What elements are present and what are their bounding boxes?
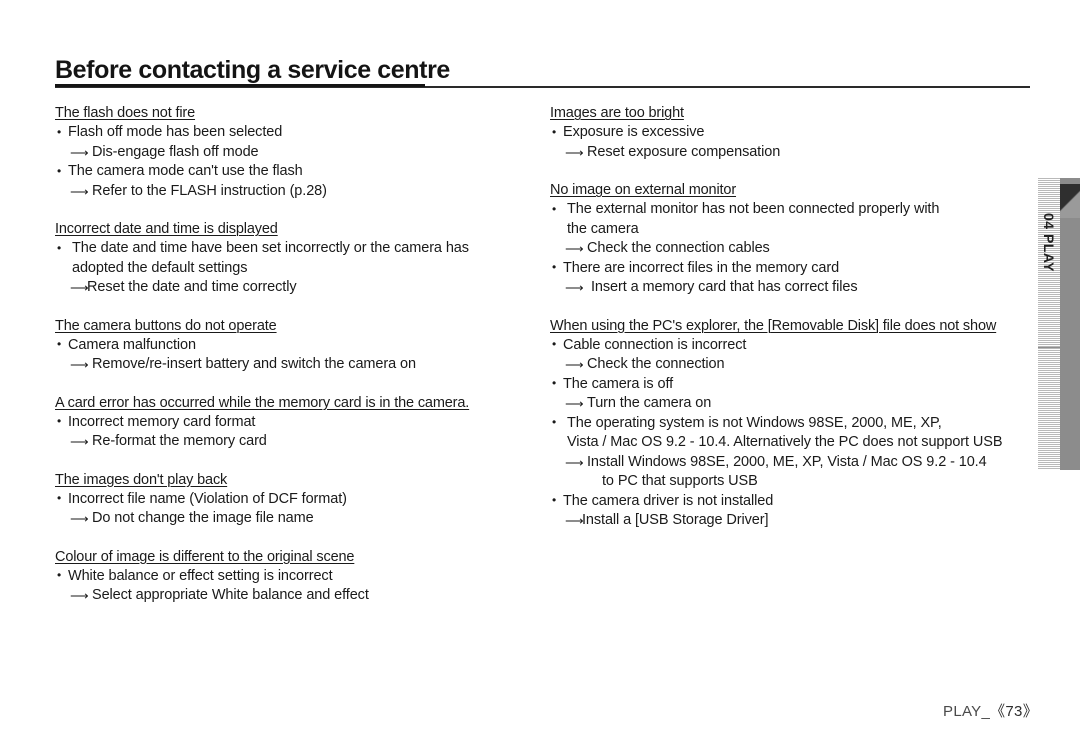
solution-text: Remove/re-insert battery and switch the … [92, 356, 416, 372]
page-footer: PLAY_《73》 [943, 700, 1038, 721]
troubleshoot-section: Incorrect date and time is displayed The … [55, 220, 525, 298]
solution-text: Do not change the image file name [92, 510, 314, 526]
section-title: When using the PC's explorer, the [Remov… [550, 317, 997, 334]
cause-text: Incorrect memory card format [68, 413, 256, 430]
left-column: The flash does not fire Flash off mode ha… [55, 104, 525, 606]
cause-item: The date and time have been set incorrec… [55, 239, 525, 259]
solution-item: Re-format the memory card [55, 432, 525, 452]
cause-item: Incorrect memory card format [55, 412, 525, 433]
solution-text: Reset exposure compensation [587, 143, 781, 160]
cause-item: Camera malfunction [55, 335, 525, 356]
cause-text: Exposure is excessive [563, 124, 705, 140]
troubleshoot-section: The flash does not fire Flash off mode ha… [55, 104, 525, 201]
cause-item: Cable connection is incorrect [550, 335, 1028, 356]
solution-text: Refer to the FLASH instruction (p.28) [92, 182, 327, 199]
cause-item: Incorrect file name (Violation of DCF fo… [55, 489, 525, 510]
section-title: Incorrect date and time is displayed [55, 221, 278, 237]
heading-rule-thick [55, 84, 425, 87]
section-title: The camera buttons do not operate [55, 317, 277, 334]
solution-text: Install a [USB Storage Driver] [582, 512, 769, 528]
solution-item: Install Windows 98SE, 2000, ME, XP, Vist… [550, 453, 1028, 473]
cause-text: The camera is off [563, 375, 674, 392]
section-title: No image on external monitor [550, 182, 737, 198]
solution-text: Dis-engage flash off mode [92, 143, 259, 160]
solution-text: Reset the date and time correctly [87, 279, 297, 295]
cause-text: The camera mode can't use the flash [68, 163, 303, 179]
chapter-tab-corner-icon [1060, 184, 1080, 218]
cause-text: There are incorrect files in the memory … [563, 259, 840, 276]
section-title: A card error has occurred while the memo… [55, 394, 470, 411]
solution-text: Check the connection [587, 356, 725, 372]
cause-item: Exposure is excessive [550, 123, 1028, 143]
section-title: Colour of image is different to the orig… [55, 548, 355, 565]
solution-item: Turn the camera on [550, 394, 1028, 414]
cause-text: Cable connection is incorrect [563, 336, 747, 353]
cause-text: Camera malfunction [68, 336, 196, 353]
solution-text: Re-format the memory card [92, 433, 267, 449]
cause-text: White balance or effect setting is incor… [68, 567, 333, 584]
page-heading-block: Before contacting a service centre [55, 56, 1030, 90]
solution-item: Do not change the image file name [55, 509, 525, 529]
troubleshoot-section: A card error has occurred while the memo… [55, 394, 525, 452]
solution-item: Dis-engage flash off mode [55, 143, 525, 163]
cause-continuation: Vista / Mac OS 9.2 - 10.4. Alternatively… [567, 434, 1003, 450]
chapter-tab-band [1060, 178, 1080, 470]
section-title: The images don't play back [55, 471, 228, 488]
footer-label: PLAY_ [943, 703, 991, 720]
solution-text: Install Windows 98SE, 2000, ME, XP, Vist… [587, 453, 987, 470]
solution-text: Insert a memory card that has correct fi… [591, 279, 858, 295]
solution-item: Install a [USB Storage Driver] [550, 511, 1028, 531]
troubleshoot-section: No image on external monitor The external… [550, 181, 1028, 298]
solution-item: Refer to the FLASH instruction (p.28) [55, 182, 525, 202]
solution-text: Check the connection cables [587, 240, 770, 256]
solution-item: Check the connection cables [550, 239, 1028, 259]
cause-item: White balance or effect setting is incor… [55, 566, 525, 587]
page-title: Before contacting a service centre [55, 56, 450, 84]
cause-item: The camera mode can't use the flash [55, 162, 525, 182]
cause-item: The operating system is not Windows 98SE… [550, 413, 1028, 434]
cause-text: Incorrect file name (Violation of DCF fo… [68, 490, 347, 507]
solution-text: Select appropriate White balance and eff… [92, 587, 369, 603]
chapter-tab-label: 04 PLAY [1041, 213, 1057, 273]
solution-item: Reset the date and time correctly [55, 278, 525, 298]
solution-item: Reset exposure compensation [550, 143, 1028, 163]
manual-page: Before contacting a service centre The f… [0, 0, 1080, 745]
footer-page-number: 《73》 [990, 703, 1038, 720]
solution-text: Turn the camera on [587, 395, 712, 411]
troubleshoot-section: Images are too bright Exposure is excessi… [550, 104, 1028, 162]
cause-item: The camera is off [550, 374, 1028, 395]
cause-item: Flash off mode has been selected [55, 123, 525, 143]
solution-item: Insert a memory card that has correct fi… [550, 278, 1028, 298]
solution-continuation: to PC that supports USB [602, 473, 758, 489]
section-title: Images are too bright [550, 105, 684, 121]
solution-item: Remove/re-insert battery and switch the … [55, 355, 525, 375]
troubleshoot-section: When using the PC's explorer, the [Remov… [550, 317, 1028, 531]
cause-continuation: the camera [567, 220, 639, 237]
cause-text: The external monitor has not been connec… [567, 201, 940, 217]
troubleshoot-section: The camera buttons do not operate Camera … [55, 317, 525, 375]
troubleshoot-section: Colour of image is different to the orig… [55, 548, 525, 606]
chapter-tab: 04 PLAY [1030, 178, 1080, 470]
solution-item: Select appropriate White balance and eff… [55, 586, 525, 606]
cause-text: Flash off mode has been selected [68, 124, 283, 140]
cause-item: The camera driver is not installed [550, 491, 1028, 512]
cause-item: The external monitor has not been connec… [550, 200, 1028, 220]
cause-text: The camera driver is not installed [563, 492, 774, 509]
section-title: The flash does not fire [55, 105, 196, 121]
right-column: Images are too bright Exposure is excessi… [550, 104, 1028, 531]
troubleshoot-section: The images don't play back Incorrect file… [55, 471, 525, 529]
cause-text: The operating system is not Windows 98SE… [567, 414, 942, 431]
cause-continuation: adopted the default settings [72, 259, 248, 276]
solution-item: Check the connection [550, 355, 1028, 375]
cause-text: The date and time have been set incorrec… [72, 240, 469, 256]
cause-item: There are incorrect files in the memory … [550, 258, 1028, 279]
